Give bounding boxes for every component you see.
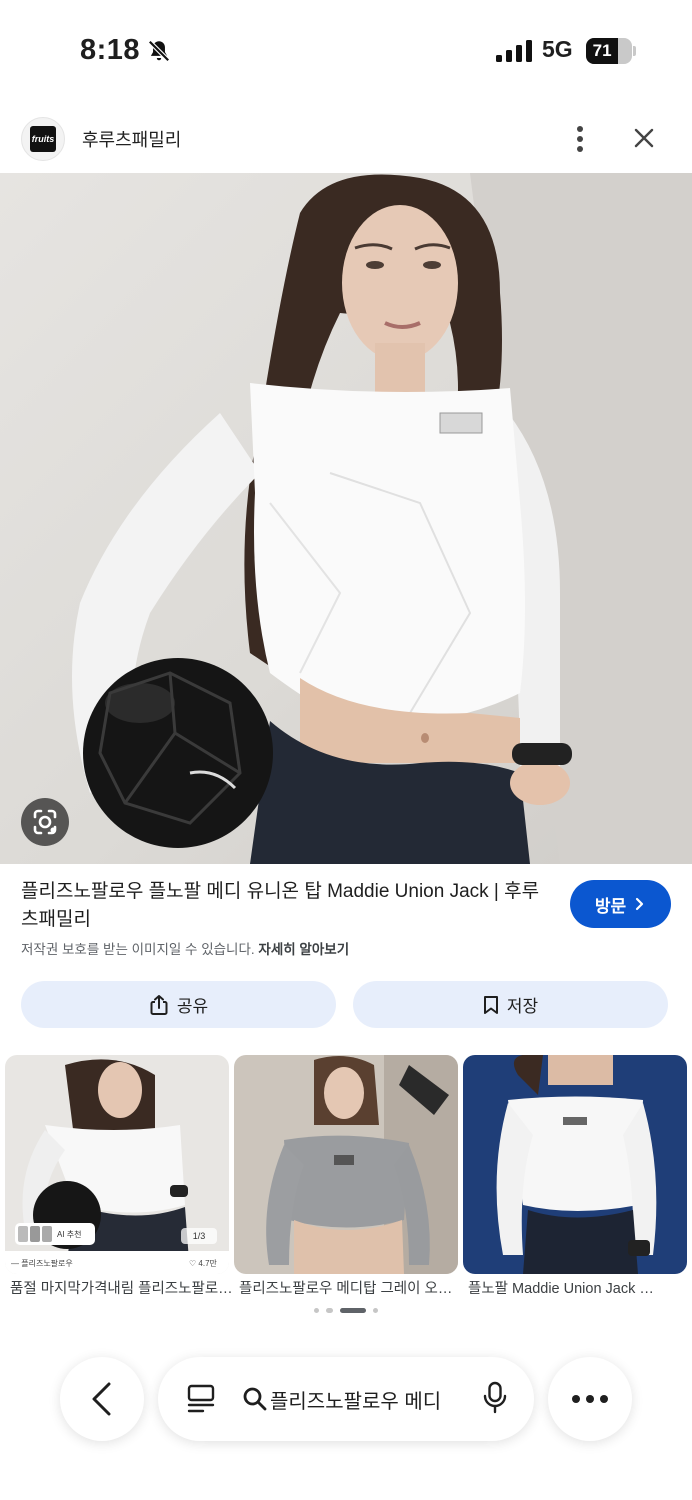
network-type: 5G [542,36,573,62]
visit-label: 방문 [594,896,627,916]
signal-icon [496,40,532,62]
carousel-dot-active [340,1308,366,1313]
site-name[interactable]: 후루츠패밀리 [82,126,181,152]
more-button[interactable] [548,1357,632,1441]
related-photo-3 [496,1055,657,1274]
share-button[interactable]: 공유 [21,981,336,1028]
share-icon [150,994,168,1015]
related-image-1[interactable]: AI 추천 1/3 — 플리즈노팔로우 ♡ 4.7만 [5,1055,229,1274]
save-button[interactable]: 저장 [353,981,668,1028]
related-image-3[interactable] [463,1055,687,1274]
carousel-dot-1 [314,1308,319,1313]
lens-button[interactable] [21,798,69,846]
learn-more-link[interactable]: 자세히 알아보기 [258,942,349,957]
more-vert-icon[interactable] [568,122,592,156]
back-button[interactable] [60,1357,144,1441]
save-label: 저장 [506,997,539,1016]
back-icon [92,1382,111,1416]
copyright-notice: 저작권 보호를 받는 이미지일 수 있습니다. 자세히 알아보기 [21,938,349,958]
related-caption-1[interactable]: 품절 마지막가격내림 플리즈노팔로우 플노팔 메디 유니온 탑 [10,1277,234,1298]
seller-name: 플리즈노팔로우 [21,1259,73,1268]
status-time: 8:18 [80,34,141,66]
image-counter: 1/3 [181,1228,217,1244]
share-label: 공유 [176,997,209,1016]
likes-count: ♡ 4.7만 [189,1259,217,1268]
battery-level: 71 [592,41,612,60]
site-logo-mark: fruits [30,126,56,152]
related-seller: — 플리즈노팔로우 [11,1259,73,1268]
model-photo [72,173,692,864]
search-icon [243,1387,267,1411]
chevron-right-icon [636,897,644,911]
related-image-2[interactable] [234,1055,458,1274]
related-photo-2 [266,1055,458,1274]
site-logo[interactable]: fruits [21,117,65,161]
bell-off-icon [148,40,170,62]
mic-icon[interactable] [482,1380,508,1416]
search-query[interactable]: 플리즈노팔로우 메디 [270,1385,454,1414]
more-horiz-icon [572,1395,608,1403]
bookmark-icon [483,995,498,1014]
main-image[interactable] [0,173,692,864]
result-title[interactable]: 플리즈노팔로우 플노팔 메디 유니온 탑 Maddie Union Jack |… [21,878,549,934]
visit-button[interactable]: 방문 [570,880,671,928]
ai-recommend-chip[interactable]: AI 추천 [15,1223,95,1245]
ai-tag: AI 추천 [57,1229,82,1239]
battery-tip [633,46,636,56]
close-icon[interactable] [632,126,656,150]
carousel-dot-2 [326,1308,333,1313]
likes-value: 4.7만 [198,1259,217,1268]
copyright-text: 저작권 보호를 받는 이미지일 수 있습니다. [21,942,255,957]
carousel-dot-4 [373,1308,378,1313]
related-caption-2[interactable]: 플리즈노팔로우 메디탑 그레이 오프숄더 [239,1277,457,1298]
related-caption-3[interactable]: 플노팔 Maddie Union Jack 화이트 [468,1277,658,1298]
tabs-icon[interactable] [185,1383,217,1415]
lens-icon [33,809,57,835]
battery-indicator: 71 [586,38,632,64]
